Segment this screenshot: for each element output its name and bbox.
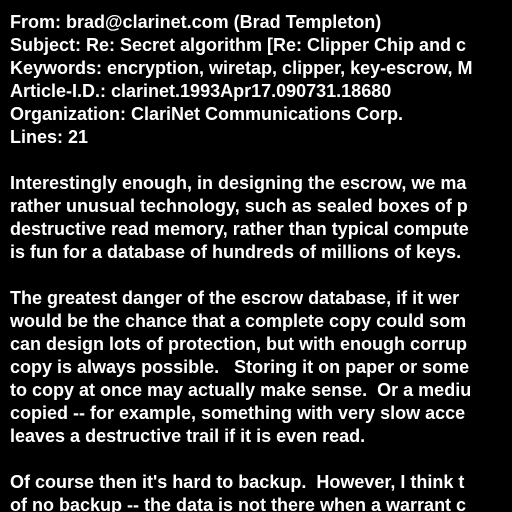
- header-from: From: brad@clarinet.com (Brad Templeton): [10, 12, 382, 32]
- header-article-id: Article-I.D.: clarinet.1993Apr17.090731.…: [10, 81, 392, 101]
- body-line: would be the chance that a complete copy…: [10, 311, 467, 331]
- body-line: copied -- for example, something with ve…: [10, 403, 466, 423]
- body-line: destructive read memory, rather than typ…: [10, 219, 469, 239]
- header-keywords: Keywords: encryption, wiretap, clipper, …: [10, 58, 473, 78]
- header-lines: Lines: 21: [10, 127, 89, 147]
- body-line: Interestingly enough, in designing the e…: [10, 173, 467, 193]
- body-line: can design lots of protection, but with …: [10, 334, 467, 354]
- body-line: of no backup -- the data is not there wh…: [10, 495, 467, 512]
- body-line: The greatest danger of the escrow databa…: [10, 288, 460, 308]
- body-line: leaves a destructive trail if it is even…: [10, 426, 366, 446]
- header-subject: Subject: Re: Secret algorithm [Re: Clipp…: [10, 35, 467, 55]
- body-line: to copy at once may actually make sense.…: [10, 380, 472, 400]
- body-line: rather unusual technology, such as seale…: [10, 196, 468, 216]
- body-line: is fun for a database of hundreds of mil…: [10, 242, 462, 262]
- body-line: copy is always possible. Storing it on p…: [10, 357, 470, 377]
- message-view: From: brad@clarinet.com (Brad Templeton)…: [0, 0, 512, 512]
- header-organization: Organization: ClariNet Communications Co…: [10, 104, 404, 124]
- body-line: Of course then it's hard to backup. Howe…: [10, 472, 465, 492]
